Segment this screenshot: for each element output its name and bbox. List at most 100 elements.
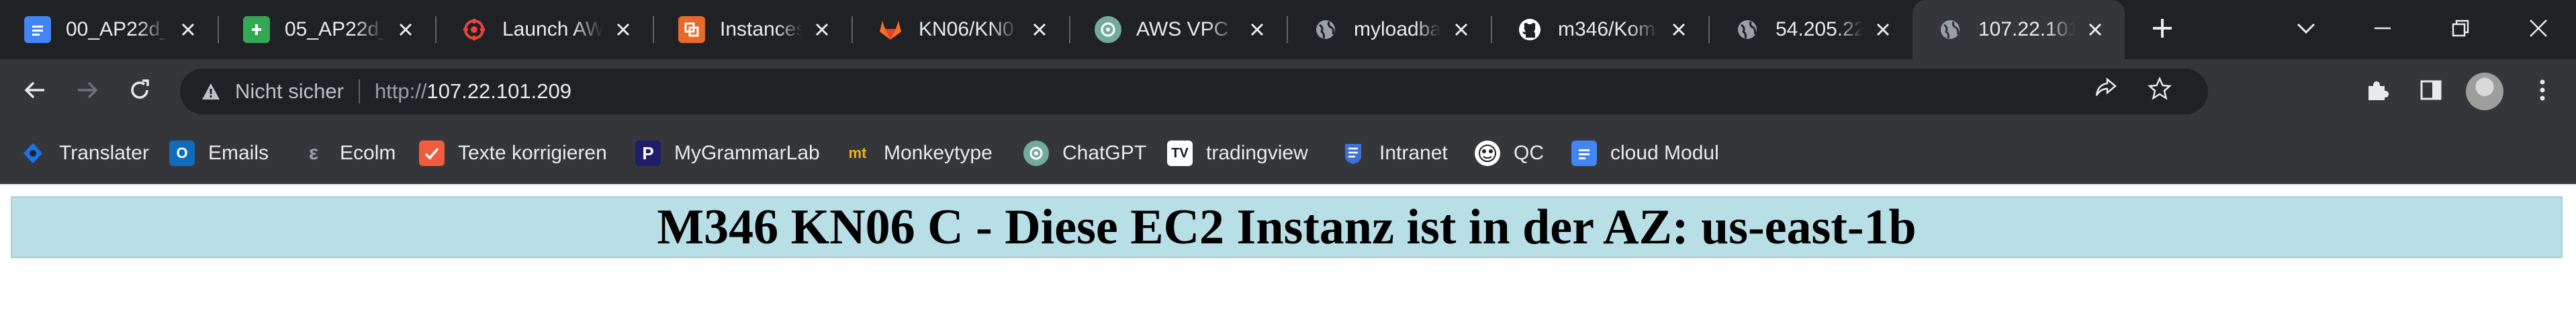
tab-title: 05_AP22d_	[285, 18, 385, 40]
tab-strip: 00_AP22d_ 05_AP22d_ Launch AW Instances …	[0, 0, 2576, 59]
bookmark-ecolm[interactable]: ε Ecolm	[301, 124, 396, 183]
url-scheme: http://	[374, 79, 427, 103]
url-host: 107.22.101.209	[426, 79, 571, 103]
tab-gitlab[interactable]: KN06/KN0	[853, 0, 1069, 59]
close-icon[interactable]	[809, 16, 835, 43]
tab-title: m346/Kom	[1558, 18, 1656, 40]
tab-myloadbalancer[interactable]: myloadbal	[1288, 0, 1491, 59]
tab-search-button[interactable]	[2276, 0, 2336, 59]
security-label[interactable]: Nicht sicher	[235, 79, 344, 104]
bookmark-label: QC	[1514, 142, 1544, 164]
menu-button[interactable]	[2521, 70, 2564, 113]
intranet-icon	[1340, 141, 1366, 166]
close-icon[interactable]	[610, 16, 637, 43]
bookmark-cloud-modul[interactable]: cloud Modul	[1571, 124, 1719, 183]
close-icon[interactable]	[175, 16, 201, 43]
close-icon[interactable]	[1870, 16, 1896, 43]
extensions-button[interactable]	[2356, 70, 2399, 113]
page-heading: M346 KN06 C - Diese EC2 Instanz ist in d…	[11, 196, 2563, 258]
google-docs-icon	[24, 16, 51, 43]
browser-toolbar: Nicht sicher http:// 107.22.101.209	[0, 59, 2576, 124]
tab-title: myloadbal	[1354, 18, 1441, 40]
reload-button[interactable]	[118, 70, 161, 113]
close-icon[interactable]	[1026, 16, 1053, 43]
bookmark-qc[interactable]: QC	[1475, 124, 1544, 183]
outlook-icon: O	[169, 141, 195, 166]
side-panel-button[interactable]	[2409, 70, 2452, 113]
close-icon[interactable]	[1244, 16, 1271, 43]
share-icon	[2094, 77, 2118, 106]
bookmark-label: Emails	[208, 142, 269, 164]
tab-sheets[interactable]: 05_AP22d_	[219, 0, 435, 59]
bookmark-emails[interactable]: O Emails	[169, 124, 269, 183]
tab-title: 54.205.223	[1776, 18, 1863, 40]
bookmark-label: Texte korrigieren	[458, 142, 607, 164]
kebab-menu-icon	[2539, 79, 2546, 105]
tab-title: AWS VPC R	[1136, 18, 1237, 40]
back-button[interactable]	[13, 70, 56, 113]
ecolm-icon: ε	[308, 142, 319, 164]
google-sheets-icon	[243, 16, 270, 43]
close-icon	[2528, 18, 2548, 42]
tab-title: KN06/KN0	[919, 18, 1014, 40]
arrow-left-icon	[23, 78, 47, 106]
minimize-button[interactable]	[2353, 0, 2412, 59]
bookmark-label: Intranet	[1379, 142, 1448, 164]
tab-ip-54[interactable]: 54.205.223	[1710, 0, 1913, 59]
star-icon	[2147, 76, 2172, 106]
arrow-right-icon	[75, 78, 99, 106]
github-icon	[1516, 16, 1543, 43]
gitlab-icon	[877, 16, 904, 43]
bookmark-label: MyGrammarLab	[674, 142, 820, 164]
bookmarks-bar: Translater O Emails ε Ecolm Texte korrig…	[0, 124, 2576, 184]
texte-korrigieren-icon	[419, 141, 445, 166]
bookmark-monkeytype[interactable]: mt Monkeytype	[845, 124, 993, 183]
tradingview-icon: TV	[1167, 141, 1193, 166]
tab-ip-107-active[interactable]: 107.22.101	[1913, 0, 2125, 59]
bookmark-tradingview[interactable]: TV tradingview	[1167, 124, 1308, 183]
puzzle-icon	[2365, 78, 2389, 106]
close-icon[interactable]	[392, 16, 419, 43]
bookmark-label: cloud Modul	[1610, 142, 1719, 164]
cloud-modul-icon	[1571, 141, 1597, 166]
bookmark-intranet[interactable]: Intranet	[1340, 124, 1448, 183]
globe-icon	[1734, 16, 1761, 43]
bookmark-star-button[interactable]	[2138, 69, 2181, 114]
forward-button[interactable]	[66, 70, 109, 113]
tab-title: Launch AW	[502, 18, 603, 40]
tab-docs[interactable]: 00_AP22d_	[0, 0, 218, 59]
close-icon[interactable]	[1448, 16, 1475, 43]
qc-icon	[1475, 141, 1500, 166]
bookmark-chatgpt[interactable]: ChatGPT	[1023, 124, 1146, 183]
bookmark-translater[interactable]: Translater	[20, 124, 149, 183]
side-panel-icon	[2420, 79, 2442, 105]
tab-aws-vpc[interactable]: AWS VPC R	[1070, 0, 1287, 59]
tab-launch-aws[interactable]: Launch AW	[436, 0, 653, 59]
new-tab-button[interactable]	[2133, 0, 2192, 59]
globe-icon	[1312, 16, 1339, 43]
monkeytype-icon: mt	[848, 145, 867, 161]
restore-button[interactable]	[2431, 0, 2490, 59]
bookmark-mygrammarlab[interactable]: P MyGrammarLab	[635, 124, 820, 183]
divider	[358, 79, 360, 104]
close-icon[interactable]	[2082, 16, 2109, 43]
warning-triangle-icon[interactable]	[199, 79, 223, 104]
address-bar[interactable]: Nicht sicher http:// 107.22.101.209	[180, 69, 2208, 114]
minimize-icon	[2373, 18, 2393, 42]
bookmark-label: Translater	[59, 142, 149, 164]
share-button[interactable]	[2084, 69, 2127, 114]
plus-icon	[2151, 17, 2174, 43]
chevron-down-icon	[2296, 22, 2316, 38]
chatgpt-icon	[1095, 16, 1121, 43]
bookmark-label: tradingview	[1206, 142, 1308, 164]
bookmark-texte-korrigieren[interactable]: Texte korrigieren	[419, 124, 607, 183]
tab-instances[interactable]: Instances |	[654, 0, 852, 59]
bookmark-label: ChatGPT	[1062, 142, 1147, 164]
tab-github[interactable]: m346/Kom	[1492, 0, 1708, 59]
bookmark-label: Ecolm	[340, 142, 396, 164]
close-icon[interactable]	[1665, 16, 1692, 43]
reload-icon	[128, 78, 152, 106]
aws-ec2-icon	[678, 16, 705, 43]
avatar[interactable]	[2466, 73, 2503, 110]
window-close-button[interactable]	[2509, 0, 2568, 59]
